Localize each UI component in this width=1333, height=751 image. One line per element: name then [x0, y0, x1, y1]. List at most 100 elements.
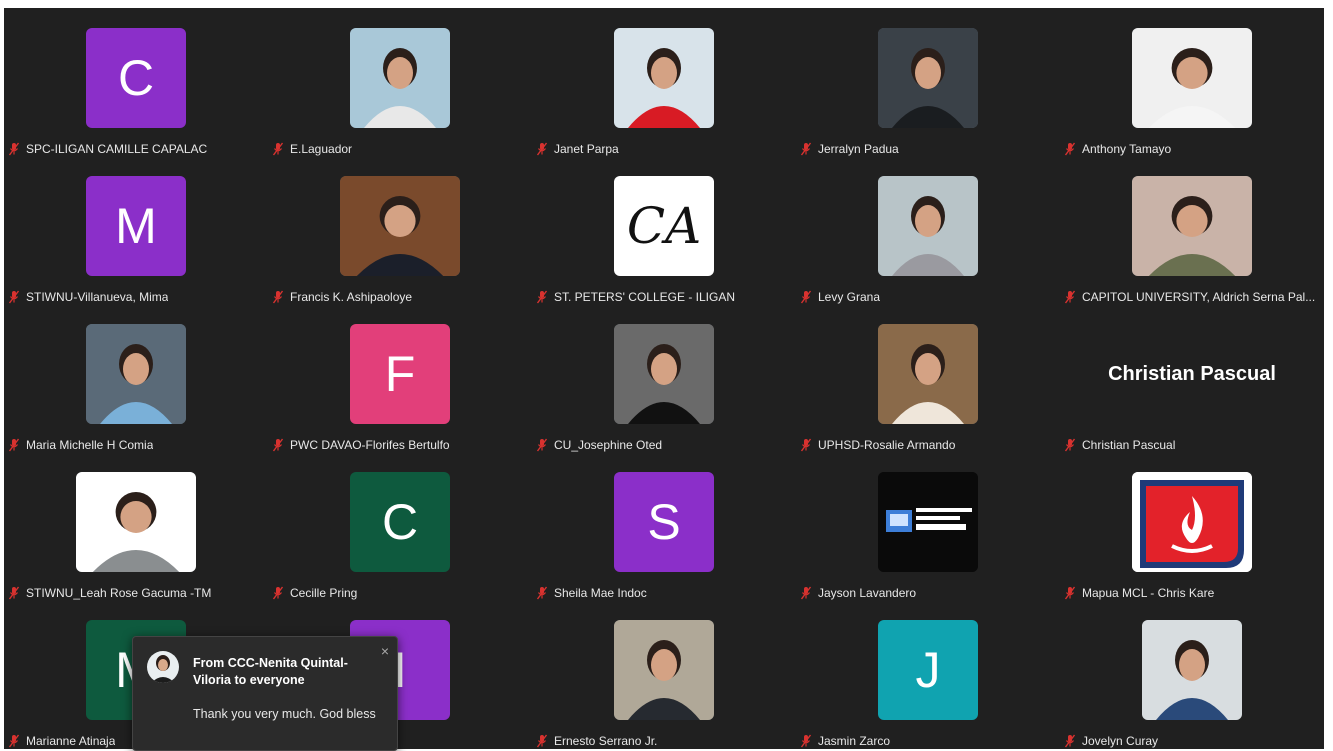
participant-tile[interactable]: F PWC DAVAO-Florifes Bertulfo	[268, 304, 532, 452]
participant-tile[interactable]: Jayson Lavandero	[796, 452, 1060, 600]
participant-tile[interactable]: Jerralyn Padua	[796, 8, 1060, 156]
muted-mic-icon	[1064, 734, 1076, 748]
profile-photo	[76, 472, 196, 572]
profile-logo	[878, 472, 978, 572]
participant-name: Jovelyn Curay	[1082, 734, 1159, 748]
participant-label: Jasmin Zarco	[800, 732, 1060, 749]
participant-name: UPHSD-Rosalie Armando	[818, 438, 956, 452]
muted-mic-icon	[800, 142, 812, 156]
muted-mic-icon	[536, 142, 548, 156]
muted-mic-icon	[8, 586, 20, 600]
participant-name: STIWNU_Leah Rose Gacuma -TM	[26, 586, 212, 600]
participant-name: Jerralyn Padua	[818, 142, 899, 156]
participant-label: Ernesto Serrano Jr.	[536, 732, 796, 749]
participant-tile[interactable]: Jovelyn Curay	[1060, 600, 1324, 748]
participant-name: SPC-ILIGAN CAMILLE CAPALAC	[26, 142, 208, 156]
participant-tile[interactable]: Christian Pascual Christian Pascual	[1060, 304, 1324, 452]
chat-notification[interactable]: From CCC-Nenita Quintal-Viloria to every…	[132, 636, 398, 751]
muted-mic-icon	[1064, 438, 1076, 452]
profile-photo	[340, 176, 460, 276]
profile-photo	[86, 324, 186, 424]
chat-sender-avatar	[147, 651, 179, 683]
profile-logo	[1132, 472, 1252, 572]
profile-photo	[1132, 176, 1252, 276]
display-name-card: Christian Pascual	[1108, 362, 1276, 385]
participant-tile[interactable]: Mapua MCL - Chris Kare	[1060, 452, 1324, 600]
muted-mic-icon	[800, 438, 812, 452]
profile-photo	[614, 324, 714, 424]
participant-name: PWC DAVAO-Florifes Bertulfo	[290, 438, 450, 452]
participant-name: Anthony Tamayo	[1082, 142, 1172, 156]
muted-mic-icon	[272, 438, 284, 452]
muted-mic-icon	[800, 586, 812, 600]
muted-mic-icon	[8, 290, 20, 304]
participant-tile[interactable]: C Cecille Pring	[268, 452, 532, 600]
muted-mic-icon	[1064, 142, 1076, 156]
avatar-initial: S	[614, 472, 714, 572]
participant-name: Mapua MCL - Chris Kare	[1082, 586, 1215, 600]
participant-name: Francis K. Ashipaoloye	[290, 290, 413, 304]
participant-tile[interactable]: CA ST. PETERS' COLLEGE - ILIGAN	[532, 156, 796, 304]
profile-photo	[878, 28, 978, 128]
participant-tile[interactable]: UPHSD-Rosalie Armando	[796, 304, 1060, 452]
muted-mic-icon	[272, 290, 284, 304]
participant-name: Levy Grana	[818, 290, 881, 304]
participant-tile[interactable]: CAPITOL UNIVERSITY, Aldrich Serna Pal...	[1060, 156, 1324, 304]
muted-mic-icon	[1064, 290, 1076, 304]
profile-photo	[1142, 620, 1242, 720]
profile-photo	[878, 176, 978, 276]
participant-tile[interactable]: C SPC-ILIGAN CAMILLE CAPALAC	[4, 8, 268, 156]
participant-tile[interactable]: STIWNU_Leah Rose Gacuma -TM	[4, 452, 268, 600]
chat-message-text: Thank you very much. God bless	[193, 707, 376, 721]
avatar-initial: M	[86, 176, 186, 276]
muted-mic-icon	[536, 438, 548, 452]
avatar-initial: C	[350, 472, 450, 572]
muted-mic-icon	[1064, 586, 1076, 600]
participant-name: Maria Michelle H Comia	[26, 438, 154, 452]
profile-photo	[614, 620, 714, 720]
avatar-initial: J	[878, 620, 978, 720]
profile-photo	[1132, 28, 1252, 128]
muted-mic-icon	[536, 734, 548, 748]
participant-tile[interactable]: Janet Parpa	[532, 8, 796, 156]
close-icon[interactable]: ×	[381, 643, 389, 659]
muted-mic-icon	[8, 734, 20, 748]
participant-name: ST. PETERS' COLLEGE - ILIGAN	[554, 290, 736, 304]
participant-tile[interactable]: M STIWNU-Villanueva, Mima	[4, 156, 268, 304]
profile-logo: CA	[614, 176, 714, 276]
participant-name: E.Laguador	[290, 142, 353, 156]
participant-tile[interactable]: J Jasmin Zarco	[796, 600, 1060, 748]
participant-name: Marianne Atinaja	[26, 734, 116, 748]
muted-mic-icon	[800, 734, 812, 748]
participant-tile[interactable]: Ernesto Serrano Jr.	[532, 600, 796, 748]
chat-sender-label: From CCC-Nenita Quintal-Viloria to every…	[193, 656, 348, 687]
participant-name: Ernesto Serrano Jr.	[554, 734, 658, 748]
participant-tile[interactable]: Francis K. Ashipaoloye	[268, 156, 532, 304]
participant-name: CU_Josephine Oted	[554, 438, 663, 452]
muted-mic-icon	[536, 586, 548, 600]
participant-name: CAPITOL UNIVERSITY, Aldrich Serna Pal...	[1082, 290, 1316, 304]
participant-name: Sheila Mae Indoc	[554, 586, 647, 600]
participant-tile[interactable]: Maria Michelle H Comia	[4, 304, 268, 452]
muted-mic-icon	[272, 586, 284, 600]
muted-mic-icon	[8, 438, 20, 452]
participant-tile[interactable]: E.Laguador	[268, 8, 532, 156]
participant-name: Janet Parpa	[554, 142, 619, 156]
muted-mic-icon	[272, 142, 284, 156]
participant-name: STIWNU-Villanueva, Mima	[26, 290, 169, 304]
participant-label: Jovelyn Curay	[1064, 732, 1324, 749]
participant-name: Jasmin Zarco	[818, 734, 891, 748]
avatar-initial: C	[86, 28, 186, 128]
profile-photo	[350, 28, 450, 128]
participant-tile[interactable]: CU_Josephine Oted	[532, 304, 796, 452]
participant-tile[interactable]: S Sheila Mae Indoc	[532, 452, 796, 600]
participant-name: Jayson Lavandero	[818, 586, 917, 600]
participant-tile[interactable]: Anthony Tamayo	[1060, 8, 1324, 156]
profile-photo	[614, 28, 714, 128]
participant-name: Christian Pascual	[1082, 438, 1176, 452]
avatar-initial: F	[350, 324, 450, 424]
muted-mic-icon	[8, 142, 20, 156]
muted-mic-icon	[800, 290, 812, 304]
logo-text: CA	[626, 197, 702, 255]
participant-tile[interactable]: Levy Grana	[796, 156, 1060, 304]
